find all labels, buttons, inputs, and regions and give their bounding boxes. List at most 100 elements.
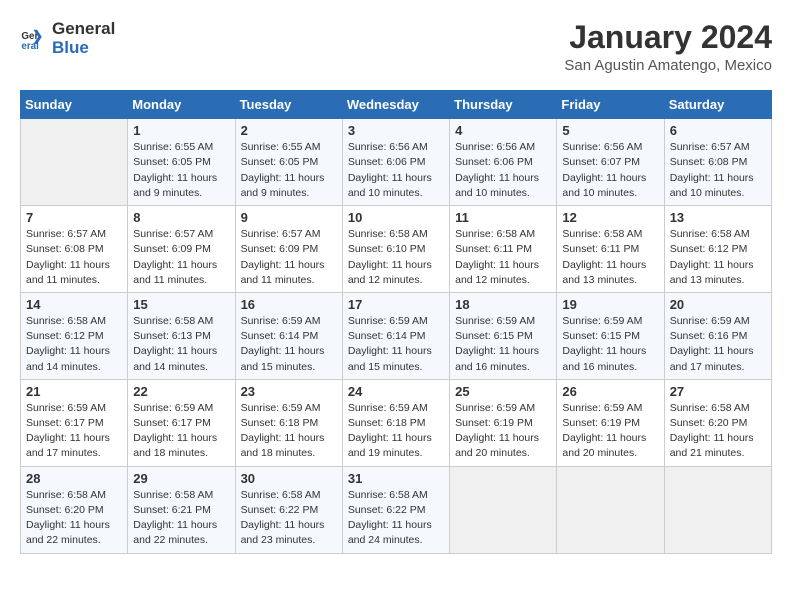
day-info: Sunrise: 6:58 AMSunset: 6:22 PMDaylight:… [241, 488, 337, 549]
calendar-week-2: 7 Sunrise: 6:57 AMSunset: 6:08 PMDaylight… [21, 206, 772, 293]
calendar-cell: 18 Sunrise: 6:59 AMSunset: 6:15 PMDayligh… [450, 292, 557, 379]
day-number: 10 [348, 210, 444, 225]
logo-icon: Gen eral [20, 25, 48, 53]
day-info: Sunrise: 6:57 AMSunset: 6:08 PMDaylight:… [670, 140, 766, 201]
calendar-cell: 8Sunrise: 6:57 AMSunset: 6:09 PMDaylight… [128, 206, 235, 293]
header-monday: Monday [128, 91, 235, 119]
location-subtitle: San Agustin Amatengo, Mexico [564, 57, 772, 74]
day-number: 18 [455, 297, 551, 312]
day-info: Sunrise: 6:58 AMSunset: 6:10 PMDaylight:… [348, 227, 444, 288]
day-number: 28 [26, 471, 122, 486]
day-number: 2 [241, 123, 337, 138]
calendar-cell: 21 Sunrise: 6:59 AMSunset: 6:17 PMDayligh… [21, 379, 128, 466]
calendar-cell: 10 Sunrise: 6:58 AMSunset: 6:10 PMDayligh… [342, 206, 449, 293]
logo-blue: Blue [52, 38, 89, 57]
day-number: 13 [670, 210, 766, 225]
day-number: 8 [133, 210, 229, 225]
calendar-cell: 30 Sunrise: 6:58 AMSunset: 6:22 PMDayligh… [235, 466, 342, 553]
day-info: Sunrise: 6:59 AMSunset: 6:17 PMDaylight:… [133, 401, 229, 462]
header-tuesday: Tuesday [235, 91, 342, 119]
day-info: Sunrise: 6:57 AMSunset: 6:08 PMDaylight:… [26, 227, 122, 288]
day-info: Sunrise: 6:55 AMSunset: 6:05 PMDaylight:… [241, 140, 337, 201]
calendar-cell: 3 Sunrise: 6:56 AMSunset: 6:06 PMDaylight… [342, 119, 449, 206]
day-info: Sunrise: 6:59 AMSunset: 6:16 PMDaylight:… [670, 314, 766, 375]
month-year-title: January 2024 [564, 20, 772, 55]
day-number: 16 [241, 297, 337, 312]
page-header: Gen eral General Blue January 2024 San A… [20, 20, 772, 74]
calendar-cell: 6Sunrise: 6:57 AMSunset: 6:08 PMDaylight… [664, 119, 771, 206]
calendar-cell: 19 Sunrise: 6:59 AMSunset: 6:15 PMDayligh… [557, 292, 664, 379]
calendar-cell: 27Sunrise: 6:58 AMSunset: 6:20 PMDayligh… [664, 379, 771, 466]
day-info: Sunrise: 6:59 AMSunset: 6:14 PMDaylight:… [348, 314, 444, 375]
day-number: 30 [241, 471, 337, 486]
day-number: 20 [670, 297, 766, 312]
day-info: Sunrise: 6:59 AMSunset: 6:15 PMDaylight:… [455, 314, 551, 375]
day-number: 23 [241, 384, 337, 399]
day-info: Sunrise: 6:58 AMSunset: 6:21 PMDaylight:… [133, 488, 229, 549]
calendar-week-3: 14 Sunrise: 6:58 AMSunset: 6:12 PMDayligh… [21, 292, 772, 379]
day-info: Sunrise: 6:56 AMSunset: 6:07 PMDaylight:… [562, 140, 658, 201]
day-number: 22 [133, 384, 229, 399]
header-thursday: Thursday [450, 91, 557, 119]
logo-general: General [52, 19, 115, 38]
calendar-cell: 26Sunrise: 6:59 AMSunset: 6:19 PMDayligh… [557, 379, 664, 466]
calendar-cell [557, 466, 664, 553]
calendar-cell: 11 Sunrise: 6:58 AMSunset: 6:11 PMDayligh… [450, 206, 557, 293]
day-number: 24 [348, 384, 444, 399]
day-number: 29 [133, 471, 229, 486]
day-info: Sunrise: 6:58 AMSunset: 6:20 PMDaylight:… [26, 488, 122, 549]
day-number: 11 [455, 210, 551, 225]
day-number: 17 [348, 297, 444, 312]
calendar-cell: 12Sunrise: 6:58 AMSunset: 6:11 PMDayligh… [557, 206, 664, 293]
day-info: Sunrise: 6:59 AMSunset: 6:17 PMDaylight:… [26, 401, 122, 462]
day-info: Sunrise: 6:59 AMSunset: 6:19 PMDaylight:… [455, 401, 551, 462]
day-info: Sunrise: 6:59 AMSunset: 6:14 PMDaylight:… [241, 314, 337, 375]
day-number: 19 [562, 297, 658, 312]
day-number: 3 [348, 123, 444, 138]
calendar-cell: 7 Sunrise: 6:57 AMSunset: 6:08 PMDaylight… [21, 206, 128, 293]
day-number: 21 [26, 384, 122, 399]
calendar-cell: 2 Sunrise: 6:55 AMSunset: 6:05 PMDaylight… [235, 119, 342, 206]
title-area: January 2024 San Agustin Amatengo, Mexic… [564, 20, 772, 74]
day-info: Sunrise: 6:55 AMSunset: 6:05 PMDaylight:… [133, 140, 229, 201]
day-info: Sunrise: 6:56 AMSunset: 6:06 PMDaylight:… [455, 140, 551, 201]
day-info: Sunrise: 6:58 AMSunset: 6:12 PMDaylight:… [670, 227, 766, 288]
day-number: 14 [26, 297, 122, 312]
calendar-cell: 31 Sunrise: 6:58 AMSunset: 6:22 PMDayligh… [342, 466, 449, 553]
day-number: 26 [562, 384, 658, 399]
day-info: Sunrise: 6:59 AMSunset: 6:18 PMDaylight:… [241, 401, 337, 462]
day-number: 31 [348, 471, 444, 486]
calendar-cell [21, 119, 128, 206]
calendar-cell: 14 Sunrise: 6:58 AMSunset: 6:12 PMDayligh… [21, 292, 128, 379]
day-number: 27 [670, 384, 766, 399]
calendar-cell: 4 Sunrise: 6:56 AMSunset: 6:06 PMDaylight… [450, 119, 557, 206]
calendar-cell: 15Sunrise: 6:58 AMSunset: 6:13 PMDayligh… [128, 292, 235, 379]
day-number: 12 [562, 210, 658, 225]
day-info: Sunrise: 6:58 AMSunset: 6:11 PMDaylight:… [455, 227, 551, 288]
calendar-cell: 20 Sunrise: 6:59 AMSunset: 6:16 PMDayligh… [664, 292, 771, 379]
calendar-cell [450, 466, 557, 553]
calendar-header: SundayMondayTuesdayWednesdayThursdayFrid… [21, 91, 772, 119]
header-wednesday: Wednesday [342, 91, 449, 119]
calendar-cell [664, 466, 771, 553]
calendar-table: SundayMondayTuesdayWednesdayThursdayFrid… [20, 90, 772, 553]
day-number: 7 [26, 210, 122, 225]
header-sunday: Sunday [21, 91, 128, 119]
header-saturday: Saturday [664, 91, 771, 119]
calendar-cell: 25Sunrise: 6:59 AMSunset: 6:19 PMDayligh… [450, 379, 557, 466]
day-number: 1 [133, 123, 229, 138]
day-number: 4 [455, 123, 551, 138]
calendar-cell: 1 Sunrise: 6:55 AMSunset: 6:05 PMDaylight… [128, 119, 235, 206]
day-info: Sunrise: 6:58 AMSunset: 6:13 PMDaylight:… [133, 314, 229, 375]
calendar-cell: 16 Sunrise: 6:59 AMSunset: 6:14 PMDayligh… [235, 292, 342, 379]
day-number: 9 [241, 210, 337, 225]
day-info: Sunrise: 6:59 AMSunset: 6:15 PMDaylight:… [562, 314, 658, 375]
calendar-week-5: 28 Sunrise: 6:58 AMSunset: 6:20 PMDayligh… [21, 466, 772, 553]
header-friday: Friday [557, 91, 664, 119]
day-info: Sunrise: 6:58 AMSunset: 6:12 PMDaylight:… [26, 314, 122, 375]
day-info: Sunrise: 6:58 AMSunset: 6:22 PMDaylight:… [348, 488, 444, 549]
calendar-cell: 22 Sunrise: 6:59 AMSunset: 6:17 PMDayligh… [128, 379, 235, 466]
calendar-cell: 17 Sunrise: 6:59 AMSunset: 6:14 PMDayligh… [342, 292, 449, 379]
calendar-week-4: 21 Sunrise: 6:59 AMSunset: 6:17 PMDayligh… [21, 379, 772, 466]
day-info: Sunrise: 6:56 AMSunset: 6:06 PMDaylight:… [348, 140, 444, 201]
